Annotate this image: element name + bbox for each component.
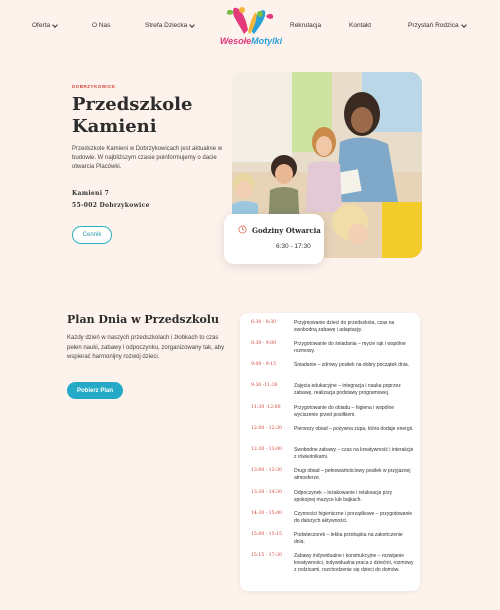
- logo-part1: Wesołe: [219, 36, 252, 46]
- nav-item-label: Rekrutacja: [290, 22, 322, 29]
- schedule-time: 12:30 - 13:00: [251, 447, 282, 452]
- logo-part2: Motylki: [251, 36, 283, 46]
- opening-hours-card: Godziny Otwarcia 6:30 - 17:30: [224, 214, 324, 264]
- chevron-down-icon: [189, 21, 196, 28]
- top-navigation: Oferta O Nas Strefa Dziecka WesołeMotylk…: [0, 0, 500, 52]
- schedule-row: 9:30 -11:30 Zajęcia edukacyjne – integra…: [240, 383, 420, 407]
- schedule-activity: Odpoczynek – leżakowanie i relaksacja pr…: [294, 490, 393, 503]
- schedule-row: 13:00 - 13:30 Drugi obiad – pełnowartośc…: [240, 468, 420, 492]
- hero-description: Przedszkole Kamieni w Dobrzykowicach jes…: [72, 146, 223, 170]
- schedule-time: 13:30 - 14:30: [251, 490, 282, 495]
- logo-wordmark: WesołeMotylki: [212, 36, 290, 46]
- nav-item-label: Przystań Rodzica: [408, 22, 459, 29]
- nav-item-przystan-rodzica[interactable]: Przystań Rodzica: [408, 21, 467, 29]
- daily-plan-title: Plan Dnia w Przedszkolu: [67, 313, 219, 326]
- schedule-activity: Zajęcia edukacyjne – integracja i nauka …: [294, 383, 401, 396]
- nav-item-label: Oferta: [32, 22, 51, 29]
- nav-item-label: O Nas: [92, 22, 111, 29]
- schedule-time: 9:00 - 9:15: [251, 362, 277, 367]
- clock-icon: [238, 225, 247, 234]
- schedule-time: 8:30 - 9:00: [251, 341, 277, 346]
- nav-item-label: Strefa Dziecka: [145, 22, 188, 29]
- butterfly-logo-icon: [226, 7, 274, 34]
- schedule-card: 6:30 - 8:30 Przyjmowanie dzieci do przed…: [240, 313, 420, 591]
- opening-hours-value: 6:30 - 17:30: [276, 243, 311, 250]
- schedule-activity: Śniadanie – zdrowy posiłek na dobry pocz…: [294, 362, 410, 368]
- schedule-time: 13:00 - 13:30: [251, 468, 282, 473]
- logo[interactable]: WesołeMotylki: [212, 4, 290, 50]
- schedule-activity: Podwieczorek – lekka przekąska na zakońc…: [294, 532, 403, 545]
- chevron-down-icon: [460, 21, 467, 28]
- location-eyebrow: DOBRZYKOWICE: [72, 84, 116, 89]
- schedule-activity: Swobodne zabawy – czas na kreatywność i …: [294, 447, 414, 460]
- nav-item-label: Kontakt: [349, 22, 372, 29]
- schedule-time: 11:30 -12:00: [251, 405, 281, 410]
- nav-item-oferta[interactable]: Oferta: [32, 21, 58, 29]
- download-plan-button[interactable]: Pobierz Plan: [67, 382, 123, 399]
- address-street: Kamieni 7: [72, 190, 110, 197]
- page-title: Przedszkole Kamieni: [72, 94, 193, 137]
- schedule-row: 15:15 - 17:30 Zabawy indywidualne i kons…: [240, 553, 420, 577]
- schedule-activity: Pierwszy obiad – pożywna zupa, która dod…: [294, 426, 414, 432]
- schedule-time: 14:30 - 15:00: [251, 511, 282, 516]
- daily-plan-description: Każdy dzień w naszych przedszkolach i żł…: [67, 335, 225, 360]
- schedule-activity: Zabawy indywidualne i konstrukcyjne – ro…: [294, 553, 414, 573]
- schedule-activity: Przyjmowanie dzieci do przedszkola, czas…: [294, 320, 395, 333]
- nav-item-kontakt[interactable]: Kontakt: [349, 22, 371, 29]
- schedule-time: 12:00 - 12:30: [251, 426, 282, 431]
- schedule-activity: Drugi obiad – pełnowartościowy posiłek w…: [294, 468, 411, 481]
- schedule-activity: Przygotowanie do śniadania – mycie rąk i…: [294, 341, 406, 354]
- schedule-time: 9:30 -11:30: [251, 383, 278, 388]
- schedule-activity: Przygotowanie do obiadu – higiena i wspó…: [294, 405, 395, 418]
- schedule-time: 15:15 - 17:30: [251, 553, 282, 558]
- nav-item-o-nas[interactable]: O Nas: [92, 22, 110, 29]
- schedule-time: 15:00 - 15:15: [251, 532, 282, 537]
- chevron-down-icon: [52, 21, 58, 28]
- nav-item-rekrutacja[interactable]: Rekrutacja: [290, 22, 321, 29]
- schedule-time: 6:30 - 8:30: [251, 320, 277, 325]
- address-city: 55-002 Dobrzykowice: [72, 202, 150, 209]
- schedule-activity: Czynności higieniczne i porządkowe – prz…: [294, 511, 413, 524]
- pricing-button[interactable]: Cennik: [72, 226, 112, 244]
- opening-hours-title: Godziny Otwarcia: [252, 226, 321, 235]
- nav-item-strefa-dziecka[interactable]: Strefa Dziecka: [145, 21, 196, 29]
